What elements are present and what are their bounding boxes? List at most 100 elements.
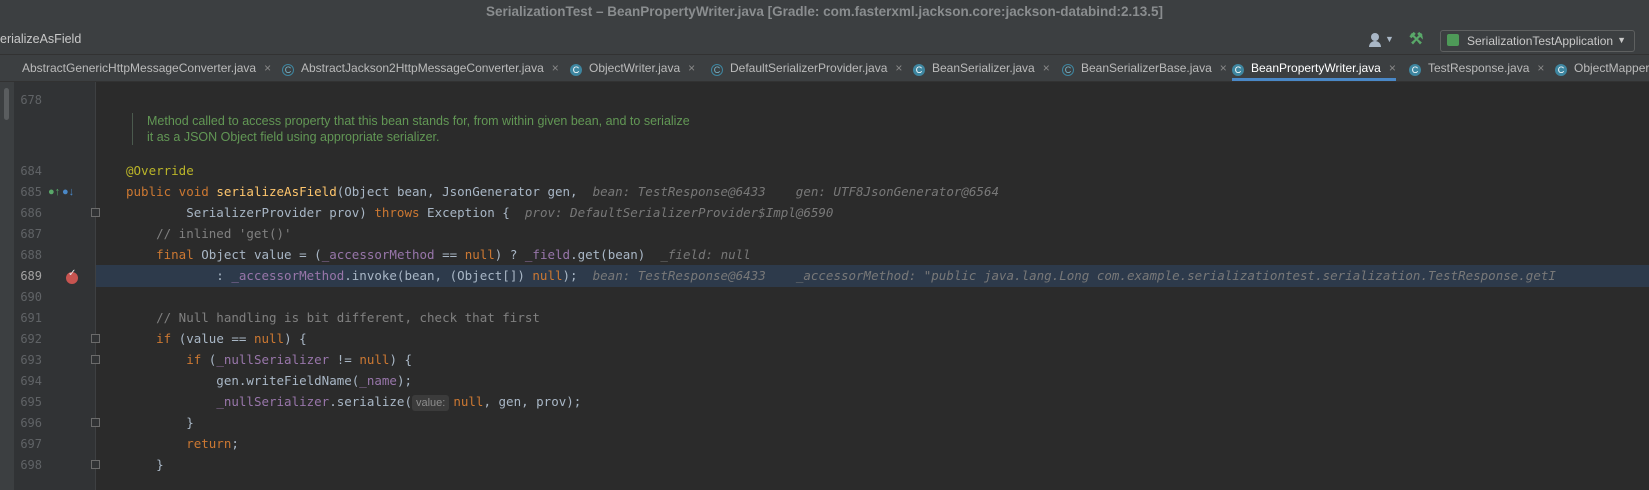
code-line[interactable]: // inlined 'get()' <box>96 223 1649 245</box>
code-token: _nullSerializer <box>216 394 330 409</box>
code-line[interactable]: SerializerProvider prov) throws Exceptio… <box>96 202 1649 224</box>
code-token: (value == <box>178 331 254 346</box>
line-number[interactable]: 693 <box>14 353 42 367</box>
close-icon[interactable]: × <box>1220 61 1227 75</box>
tab-label: TestResponse.java <box>1428 61 1530 75</box>
tab-default-serializer-provider[interactable]: C DefaultSerializerProvider.java × <box>711 55 902 81</box>
toolbar: erializeAsField ▼ ⚒ SerializationTestApp… <box>0 27 1649 55</box>
close-icon[interactable]: × <box>552 61 559 75</box>
code-token: throws <box>374 205 428 220</box>
tab-label: BeanSerializer.java <box>932 61 1035 75</box>
tab-label: BeanPropertyWriter.java <box>1251 61 1381 75</box>
code-token: == <box>434 247 465 262</box>
close-icon[interactable]: × <box>688 61 695 75</box>
code-token: null <box>532 268 563 283</box>
tab-object-mapper[interactable]: C ObjectMapper. <box>1555 55 1649 81</box>
code-token: ) { <box>284 331 307 346</box>
code-token: ; <box>231 436 239 451</box>
code-line[interactable]: } <box>96 454 1649 476</box>
code-token: .serialize( <box>329 394 412 409</box>
code-token: : <box>126 268 232 283</box>
tab-bean-property-writer[interactable]: C BeanPropertyWriter.java × <box>1232 55 1396 81</box>
run-configuration-label: SerializationTestApplication <box>1467 34 1614 48</box>
fold-marker-icon[interactable] <box>91 208 100 217</box>
close-icon[interactable]: × <box>1389 61 1396 75</box>
line-number[interactable]: 692 <box>14 332 42 346</box>
line-number[interactable]: 697 <box>14 437 42 451</box>
code-line[interactable]: public void serializeAsField(Object bean… <box>96 181 1649 203</box>
code-line[interactable]: : _accessorMethod.invoke(bean, (Object[]… <box>96 265 1649 287</box>
close-icon[interactable]: × <box>1537 61 1544 75</box>
line-number[interactable]: 686 <box>14 206 42 220</box>
doc-line: Method called to access property that th… <box>147 114 690 128</box>
code-line[interactable]: final Object value = (_accessorMethod ==… <box>96 244 1649 266</box>
breakpoint-icon[interactable]: ✓ <box>66 268 78 284</box>
close-icon[interactable]: × <box>264 61 271 75</box>
line-number[interactable]: 678 <box>14 93 42 107</box>
code-line[interactable]: return; <box>96 433 1649 455</box>
code-line[interactable]: if (value == null) { <box>96 328 1649 350</box>
tab-test-response[interactable]: C TestResponse.java × <box>1409 55 1544 81</box>
code-line[interactable] <box>96 286 1649 308</box>
parameter-hint: value: <box>412 395 450 411</box>
editor-tabs: AbstractGenericHttpMessageConverter.java… <box>0 55 1649 82</box>
line-number[interactable]: 696 <box>14 416 42 430</box>
fold-marker-icon[interactable] <box>91 355 100 364</box>
fold-marker-icon[interactable] <box>91 418 100 427</box>
overrides-method-icon[interactable]: ●↓ <box>62 186 74 198</box>
code-token: ) { <box>389 352 413 367</box>
code-token: _field <box>524 247 571 262</box>
code-token: gen.writeFieldName( <box>126 373 360 388</box>
title-bar: SerializationTest – BeanPropertyWriter.j… <box>0 0 1649 27</box>
window-title: SerializationTest – BeanPropertyWriter.j… <box>486 4 1163 19</box>
close-icon[interactable]: × <box>895 61 902 75</box>
run-configuration-dropdown[interactable]: SerializationTestApplication ▼ <box>1440 30 1635 52</box>
implements-method-icon[interactable]: ●↑ <box>48 186 60 198</box>
tab-abstract-generic-http-message-converter[interactable]: AbstractGenericHttpMessageConverter.java… <box>22 55 271 81</box>
fold-marker-icon[interactable] <box>91 460 100 469</box>
code-line[interactable]: // Null handling is bit different, check… <box>96 307 1649 329</box>
breadcrumb[interactable]: erializeAsField <box>0 32 81 46</box>
code-token: , gen, prov); <box>483 394 582 409</box>
close-icon[interactable]: × <box>1043 61 1050 75</box>
line-number[interactable]: 687 <box>14 227 42 241</box>
fold-marker-icon[interactable] <box>91 334 100 343</box>
code-token: // Null handling is bit different, check… <box>126 310 540 325</box>
debugger-inline-value: bean: TestResponse@6433 _accessorMethod:… <box>592 268 1556 283</box>
user-icon[interactable]: ▼ <box>1369 31 1397 51</box>
tab-bean-serializer[interactable]: C BeanSerializer.java × <box>913 55 1050 81</box>
code-token: } <box>126 415 194 430</box>
tab-object-writer[interactable]: C ObjectWriter.java × <box>570 55 695 81</box>
tab-label: AbstractJackson2HttpMessageConverter.jav… <box>301 61 544 75</box>
tab-label: DefaultSerializerProvider.java <box>730 61 888 75</box>
tab-bean-serializer-base[interactable]: C BeanSerializerBase.java × <box>1062 55 1227 81</box>
line-number[interactable]: 688 <box>14 248 42 262</box>
code-line[interactable]: if (_nullSerializer != null) { <box>96 349 1649 371</box>
line-number[interactable]: 690 <box>14 290 42 304</box>
scrollbar-thumb[interactable] <box>4 88 9 120</box>
line-number[interactable]: 689 <box>14 269 42 283</box>
code-token: final <box>126 247 202 262</box>
abstract-class-icon: C <box>711 64 723 76</box>
line-number[interactable]: 685 <box>14 185 42 199</box>
tab-abstract-jackson2-http-message-converter[interactable]: C AbstractJackson2HttpMessageConverter.ja… <box>282 55 559 81</box>
code-line[interactable]: gen.writeFieldName(_name); <box>96 370 1649 392</box>
code-token: @Override <box>126 163 194 178</box>
code-token: SerializerProvider prov) <box>126 205 375 220</box>
line-number[interactable]: 691 <box>14 311 42 325</box>
debugger-inline-value: _field: null <box>660 247 751 262</box>
code-token: _accessorMethod <box>321 247 435 262</box>
build-hammer-icon[interactable]: ⚒ <box>1409 29 1423 49</box>
line-number[interactable]: 684 <box>14 164 42 178</box>
code-token: return <box>126 436 232 451</box>
code-token: ); <box>396 373 412 388</box>
code-line[interactable]: } <box>96 412 1649 434</box>
code-token: _name <box>359 373 397 388</box>
debugger-inline-value: prov: DefaultSerializerProvider$Impl@659… <box>524 205 834 220</box>
line-number[interactable]: 694 <box>14 374 42 388</box>
line-number[interactable]: 695 <box>14 395 42 409</box>
code-token: // inlined 'get()' <box>126 226 292 241</box>
line-number[interactable]: 698 <box>14 458 42 472</box>
code-line[interactable]: _nullSerializer.serialize(value: null, ge… <box>96 391 1649 413</box>
code-line[interactable]: @Override <box>96 160 1649 182</box>
